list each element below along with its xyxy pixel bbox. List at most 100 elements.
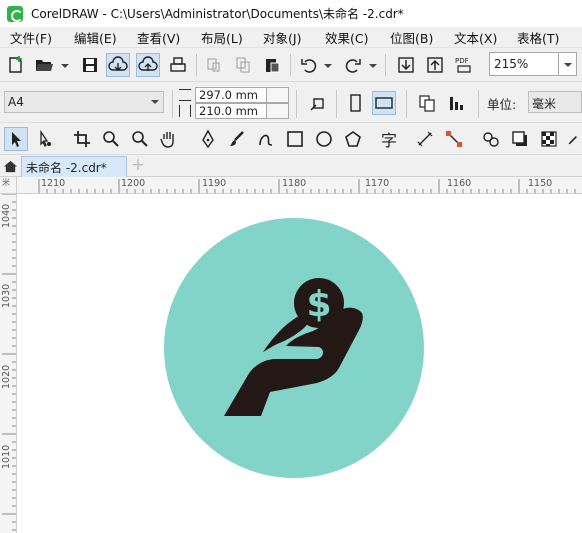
ruler-label: 1010 [1,444,12,469]
separator [385,54,386,76]
shape-tool-icon[interactable] [32,127,56,151]
copy-icon[interactable] [231,53,255,77]
connector-tool-icon[interactable] [442,127,466,151]
zoom-out-icon[interactable] [128,127,152,151]
open-dropdown-icon[interactable] [61,64,69,68]
page-width-input[interactable]: 297.0 mm [195,87,267,103]
vertical-ruler-ticks [2,194,16,531]
new-document-icon[interactable] [4,53,28,77]
import-icon[interactable] [394,53,418,77]
color-eyedropper-icon[interactable] [566,127,582,151]
vertical-ruler[interactable]: 1040 1030 1020 1010 [0,194,17,533]
ruler-label: 1170 [365,178,390,189]
undo-icon[interactable] [297,53,321,77]
page-size-select[interactable]: A4 [4,91,164,113]
menu-bitmaps[interactable]: 位图(B) [390,28,433,47]
toolbox: 字 [0,123,582,155]
zoom-dropdown[interactable] [559,52,577,76]
separator [196,54,197,76]
ruler-label: 1160 [447,178,472,189]
ruler-corner[interactable]: 米 [0,177,17,194]
transparency-tool-icon[interactable] [537,127,561,151]
pick-tool-icon[interactable] [4,127,28,151]
separator [296,90,297,118]
menu-table[interactable]: 表格(T) [517,28,559,47]
document-tab-strip: 未命名 -2.cdr* + [0,155,582,177]
units-select[interactable]: 毫米 [528,91,582,113]
cloud-download-icon[interactable] [106,53,130,77]
teal-circle[interactable] [164,218,424,478]
menu-view[interactable]: 查看(V) [137,28,180,47]
title-bar: CorelDRAW - C:\Users\Administrator\Docum… [0,0,582,27]
height-spinner[interactable] [267,103,289,119]
menu-effects[interactable]: 效果(C) [325,28,368,47]
menu-edit[interactable]: 编辑(E) [74,28,117,47]
height-icon [179,105,191,117]
print-icon[interactable] [166,53,190,77]
window-title: CorelDRAW - C:\Users\Administrator\Docum… [31,7,404,21]
pen-tool-icon[interactable] [196,127,220,151]
artwork[interactable]: $ [18,194,582,533]
ruler-label: 1030 [1,283,12,308]
menu-layout[interactable]: 布局(L) [201,28,243,47]
text-tool-glyph: 字 [380,131,397,150]
ruler-label: 1190 [202,178,227,189]
pan-tool-icon[interactable] [157,127,181,151]
menu-file[interactable]: 文件(F) [10,28,52,47]
units-label: 单位: [487,97,517,112]
menu-text[interactable]: 文本(X) [454,28,497,47]
bezier-curve-icon[interactable] [254,127,278,151]
dollar-sign: $ [306,284,331,325]
chevron-down-icon [151,100,159,104]
zoom-tool-icon[interactable] [99,127,123,151]
export-pdf-icon[interactable]: PDF [452,53,476,77]
document-tab[interactable]: 未命名 -2.cdr* [21,156,127,177]
cut-icon[interactable] [202,53,226,77]
menu-bar: 文件(F) 编辑(E) 查看(V) 布局(L) 对象(J) 效果(C) 位图(B… [0,27,582,48]
cloud-upload-icon[interactable] [136,53,160,77]
ruler-label: 1020 [1,364,12,389]
separator [172,90,173,118]
text-tool-icon[interactable]: 字 [377,127,401,151]
crop-tool-icon[interactable] [70,127,94,151]
ruler-label: 1040 [1,203,12,228]
separator [478,90,479,118]
redo-dropdown-icon[interactable] [369,64,377,68]
width-icon [179,89,191,101]
standard-toolbar: PDF 215% [0,48,582,82]
export-icon[interactable] [423,53,447,77]
page-transform-icon[interactable] [306,91,330,115]
page-height-input[interactable]: 210.0 mm [195,103,267,119]
home-icon[interactable] [0,155,21,177]
polygon-tool-icon[interactable] [341,127,365,151]
landscape-icon[interactable] [372,91,396,115]
separator [290,54,291,76]
width-spinner[interactable] [267,87,289,103]
menu-object[interactable]: 对象(J) [263,28,301,47]
all-pages-icon[interactable] [415,91,439,115]
paste-icon[interactable] [260,53,284,77]
zoom-level-input[interactable]: 215% [489,52,559,76]
parallel-dimension-icon[interactable] [413,127,437,151]
drawing-canvas[interactable]: $ [18,194,582,533]
ruler-label: 1150 [528,178,553,189]
rectangle-tool-icon[interactable] [283,127,307,151]
save-icon[interactable] [78,53,102,77]
horizontal-ruler[interactable]: 1210 1200 1190 1180 1170 1160 1150 [17,177,582,194]
blend-tool-icon[interactable] [479,127,503,151]
current-page-icon[interactable] [445,91,469,115]
ellipse-tool-icon[interactable] [312,127,336,151]
separator [406,90,407,118]
ruler-label: 1210 [41,178,66,189]
portrait-icon[interactable] [343,91,367,115]
artistic-media-icon[interactable] [225,127,249,151]
new-tab-button[interactable]: + [129,157,147,175]
undo-dropdown-icon[interactable] [324,64,332,68]
ruler-label: 1200 [121,178,146,189]
coreldraw-app-icon [7,5,23,22]
redo-icon[interactable] [341,53,365,77]
separator [336,90,337,118]
pdf-label: PDF [455,57,469,65]
drop-shadow-icon[interactable] [508,127,532,151]
open-folder-icon[interactable] [32,53,56,77]
